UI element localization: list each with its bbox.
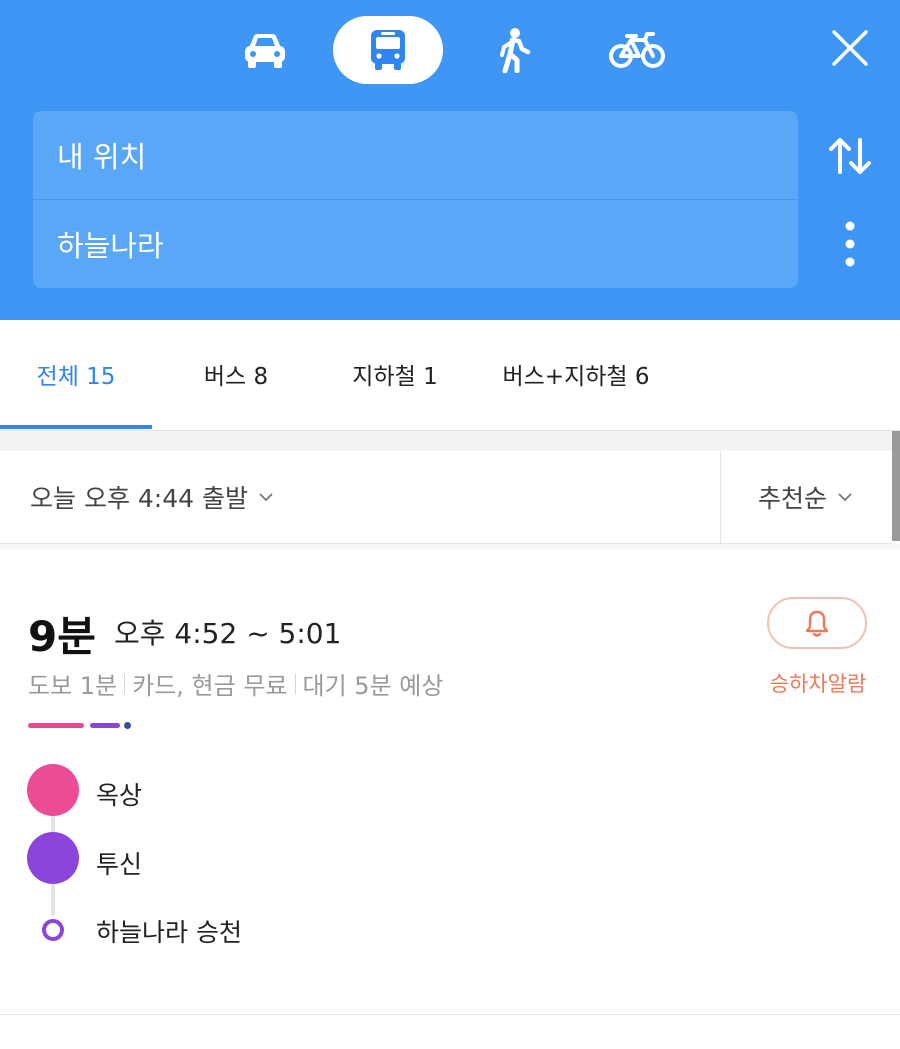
card-bottom-divider xyxy=(0,1014,900,1015)
active-tab-indicator xyxy=(0,425,152,429)
bike-icon xyxy=(609,32,665,68)
scrollbar[interactable] xyxy=(892,431,900,541)
bell-icon xyxy=(805,610,829,637)
stop-name: 옥상 xyxy=(96,781,143,810)
route-segment-dot xyxy=(124,722,131,729)
bus-icon xyxy=(371,30,405,70)
walk-icon xyxy=(500,28,531,73)
stop-marker xyxy=(27,832,79,884)
section-gap xyxy=(0,431,900,451)
chevron-down-icon xyxy=(837,492,853,502)
route-input-box: 내 위치 하늘나라 xyxy=(33,111,798,288)
walk-time: 도보 1분 xyxy=(28,672,118,700)
car-icon xyxy=(245,34,285,68)
stop-marker xyxy=(27,764,79,816)
tab-subway[interactable]: 지하철 1 xyxy=(330,320,460,428)
chevron-down-icon xyxy=(258,492,274,502)
mode-bus-button[interactable] xyxy=(333,16,443,84)
route-meta: 도보 1분 카드, 현금 무료 대기 5분 예상 xyxy=(28,666,443,701)
swap-route-button[interactable] xyxy=(824,130,876,182)
swap-icon xyxy=(829,138,871,174)
departure-time-dropdown[interactable]: 오늘 오후 4:44 출발 xyxy=(30,451,274,543)
route-time-range: 오후 4:52 ~ 5:01 xyxy=(114,617,342,650)
departure-time-label: 오늘 오후 4:44 출발 xyxy=(30,484,248,513)
alarm-label[interactable]: 승하차알람 xyxy=(748,668,888,698)
mode-walk-button[interactable] xyxy=(486,16,540,84)
sort-label: 추천순 xyxy=(758,484,828,513)
meta-separator xyxy=(124,673,126,694)
fare-info: 카드, 현금 무료 xyxy=(132,672,288,700)
tab-bus-subway[interactable]: 버스+지하철 6 xyxy=(480,320,672,428)
tab-bus[interactable]: 버스 8 xyxy=(176,320,296,428)
route-segment-bar xyxy=(90,723,120,728)
meta-separator xyxy=(294,673,296,694)
alarm-button[interactable] xyxy=(767,597,867,649)
mode-bike-button[interactable] xyxy=(604,16,670,84)
mode-car-button[interactable] xyxy=(232,16,298,84)
route-segment-bar xyxy=(28,723,84,728)
stop-name: 하늘나라 승천 xyxy=(96,918,242,947)
result-tabs: 전체 15 버스 8 지하철 1 버스+지하철 6 xyxy=(0,320,900,431)
destination-input[interactable]: 하늘나라 xyxy=(33,200,798,288)
result-separator xyxy=(0,544,900,550)
destination-marker xyxy=(42,919,64,941)
close-icon xyxy=(832,30,868,66)
wait-time: 대기 5분 예상 xyxy=(302,672,444,700)
route-duration: 9분 xyxy=(28,612,96,661)
origin-input[interactable]: 내 위치 xyxy=(33,111,798,199)
more-options-button[interactable] xyxy=(830,218,870,270)
stop-name: 투신 xyxy=(96,850,143,879)
more-vertical-icon xyxy=(845,221,855,267)
route-header: 내 위치 하늘나라 xyxy=(0,0,900,320)
filter-divider xyxy=(720,451,721,543)
tab-all[interactable]: 전체 15 xyxy=(0,320,152,428)
close-button[interactable] xyxy=(822,20,878,76)
sort-dropdown[interactable]: 추천순 xyxy=(758,451,853,543)
filter-row: 오늘 오후 4:44 출발 추천순 xyxy=(0,451,892,544)
